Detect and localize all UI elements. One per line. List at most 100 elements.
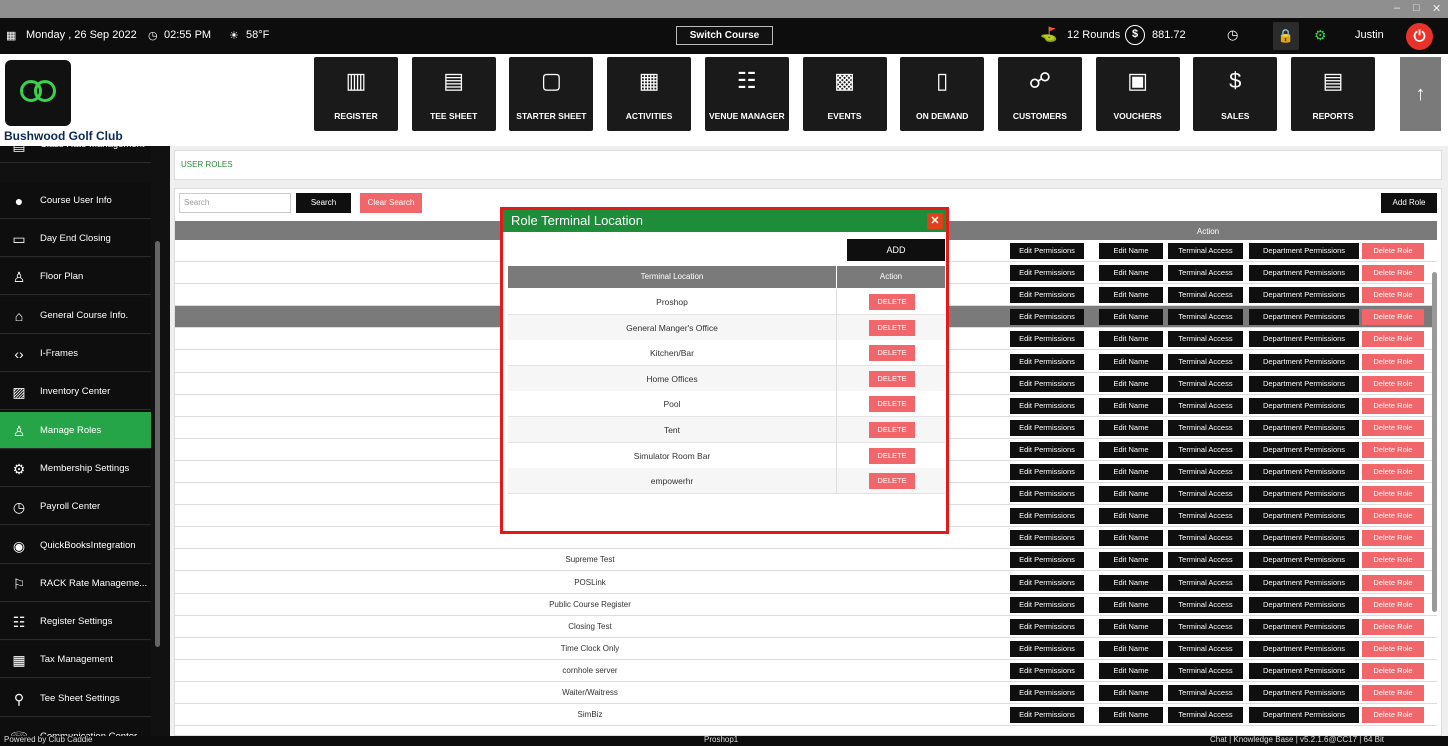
edit-name-button[interactable]: Edit Name [1099,243,1163,259]
switch-course-button[interactable]: Switch Course [676,26,773,45]
department-permissions-button[interactable]: Department Permissions [1249,662,1359,679]
edit-permissions-button[interactable]: Edit Permissions [1010,419,1084,436]
edit-permissions-button[interactable]: Edit Permissions [1010,375,1084,392]
edit-permissions-button[interactable]: Edit Permissions [1010,464,1084,480]
module-venue-manager[interactable]: ☷ VENUE MANAGER [704,57,789,131]
terminal-access-button[interactable]: Terminal Access [1168,287,1243,304]
sidebar-item-general-course-info[interactable]: ⌂ General Course Info. [0,296,151,334]
sidebar-item-inventory-center[interactable]: ▨ Inventory Center [0,373,151,411]
module-reports[interactable]: ▤ REPORTS [1291,57,1375,131]
terminal-access-button[interactable]: Terminal Access [1168,618,1243,635]
department-permissions-button[interactable]: Department Permissions [1249,574,1359,591]
delete-role-button[interactable]: Delete Role [1362,596,1424,613]
delete-location-button[interactable]: DELETE [869,422,915,438]
terminal-access-button[interactable]: Terminal Access [1168,552,1243,569]
sidebar-item-tee-sheet-settings[interactable]: ⚲ Tee Sheet Settings [0,679,151,717]
edit-name-button[interactable]: Edit Name [1099,441,1163,458]
edit-permissions-button[interactable]: Edit Permissions [1010,287,1084,304]
department-permissions-button[interactable]: Department Permissions [1249,552,1359,569]
module-register[interactable]: ▥ REGISTER [314,57,398,131]
sidebar-item-register-settings[interactable]: ☷ Register Settings [0,603,151,641]
role-name[interactable]: Supreme Test [175,549,1005,571]
delete-role-button[interactable]: Delete Role [1362,353,1424,370]
edit-name-button[interactable]: Edit Name [1099,287,1163,304]
delete-location-button[interactable]: DELETE [869,319,915,336]
delete-role-button[interactable]: Delete Role [1362,662,1424,679]
edit-permissions-button[interactable]: Edit Permissions [1010,685,1084,701]
department-permissions-button[interactable]: Department Permissions [1249,331,1359,348]
department-permissions-button[interactable]: Department Permissions [1249,397,1359,414]
content-scrollbar[interactable] [1432,272,1437,612]
edit-permissions-button[interactable]: Edit Permissions [1010,530,1084,547]
sidebar-item-tax-management[interactable]: ▦ Tax Management [0,641,151,679]
edit-name-button[interactable]: Edit Name [1099,486,1163,503]
edit-permissions-button[interactable]: Edit Permissions [1010,265,1084,282]
delete-role-button[interactable]: Delete Role [1362,618,1424,635]
edit-name-button[interactable]: Edit Name [1099,397,1163,414]
edit-name-button[interactable]: Edit Name [1099,640,1163,657]
terminal-access-button[interactable]: Terminal Access [1168,309,1243,326]
delete-role-button[interactable]: Delete Role [1362,464,1424,480]
delete-role-button[interactable]: Delete Role [1362,243,1424,259]
edit-name-button[interactable]: Edit Name [1099,596,1163,613]
edit-permissions-button[interactable]: Edit Permissions [1010,707,1084,724]
delete-location-button[interactable]: DELETE [869,396,915,413]
footer-links[interactable]: Chat | Knowledge Base | v5.2.1.6@CC17 | … [1210,735,1384,744]
sidebar-item-day-end-closing[interactable]: ▭ Day End Closing [0,220,151,258]
role-name[interactable]: Waiter/Waitress [175,682,1005,704]
maximize-button[interactable]: □ [1413,2,1420,14]
delete-location-button[interactable]: DELETE [869,473,915,490]
terminal-access-button[interactable]: Terminal Access [1168,640,1243,657]
delete-role-button[interactable]: Delete Role [1362,685,1424,701]
edit-name-button[interactable]: Edit Name [1099,508,1163,525]
add-location-button[interactable]: ADD [847,239,945,261]
department-permissions-button[interactable]: Department Permissions [1249,707,1359,724]
terminal-access-button[interactable]: Terminal Access [1168,596,1243,613]
department-permissions-button[interactable]: Department Permissions [1249,309,1359,326]
role-name[interactable]: Time Clock Only [175,638,1005,660]
department-permissions-button[interactable]: Department Permissions [1249,353,1359,370]
edit-permissions-button[interactable]: Edit Permissions [1010,486,1084,503]
delete-role-button[interactable]: Delete Role [1362,640,1424,657]
module-vouchers[interactable]: ▣ VOUCHERS [1095,57,1180,131]
terminal-access-button[interactable]: Terminal Access [1168,530,1243,547]
edit-permissions-button[interactable]: Edit Permissions [1010,618,1084,635]
delete-role-button[interactable]: Delete Role [1362,331,1424,348]
edit-permissions-button[interactable]: Edit Permissions [1010,353,1084,370]
department-permissions-button[interactable]: Department Permissions [1249,685,1359,701]
delete-role-button[interactable]: Delete Role [1362,441,1424,458]
delete-role-button[interactable]: Delete Role [1362,530,1424,547]
module-activities[interactable]: ▦ ACTIVITIES [607,57,692,131]
sidebar-item-class-rate-management[interactable]: ▤ Class Rate Management [0,146,151,163]
terminal-access-button[interactable]: Terminal Access [1168,243,1243,259]
edit-name-button[interactable]: Edit Name [1099,552,1163,569]
sidebar-item-quickbooksintegration[interactable]: ◉ QuickBooksIntegration [0,526,151,564]
edit-permissions-button[interactable]: Edit Permissions [1010,662,1084,679]
edit-name-button[interactable]: Edit Name [1099,265,1163,282]
edit-permissions-button[interactable]: Edit Permissions [1010,243,1084,259]
role-name[interactable]: SimBiz [175,704,1005,726]
edit-permissions-button[interactable]: Edit Permissions [1010,574,1084,591]
edit-name-button[interactable]: Edit Name [1099,353,1163,370]
delete-role-button[interactable]: Delete Role [1362,508,1424,525]
role-name[interactable]: POSLink [175,572,1005,594]
search-button[interactable]: Search [296,193,351,213]
terminal-access-button[interactable]: Terminal Access [1168,397,1243,414]
edit-permissions-button[interactable]: Edit Permissions [1010,552,1084,569]
delete-location-button[interactable]: DELETE [869,294,915,310]
dialog-close-icon[interactable]: ✕ [927,213,943,229]
edit-permissions-button[interactable]: Edit Permissions [1010,596,1084,613]
delete-location-button[interactable]: DELETE [869,370,915,387]
terminal-access-button[interactable]: Terminal Access [1168,265,1243,282]
terminal-access-button[interactable]: Terminal Access [1168,375,1243,392]
module-starter-sheet[interactable]: ▢ STARTER SHEET [509,57,594,131]
edit-name-button[interactable]: Edit Name [1099,662,1163,679]
terminal-access-button[interactable]: Terminal Access [1168,707,1243,724]
delete-role-button[interactable]: Delete Role [1362,309,1424,326]
terminal-access-button[interactable]: Terminal Access [1168,353,1243,370]
role-name[interactable]: cornhole server [175,660,1005,682]
terminal-access-button[interactable]: Terminal Access [1168,574,1243,591]
edit-name-button[interactable]: Edit Name [1099,618,1163,635]
edit-name-button[interactable]: Edit Name [1099,707,1163,724]
delete-role-button[interactable]: Delete Role [1362,707,1424,724]
